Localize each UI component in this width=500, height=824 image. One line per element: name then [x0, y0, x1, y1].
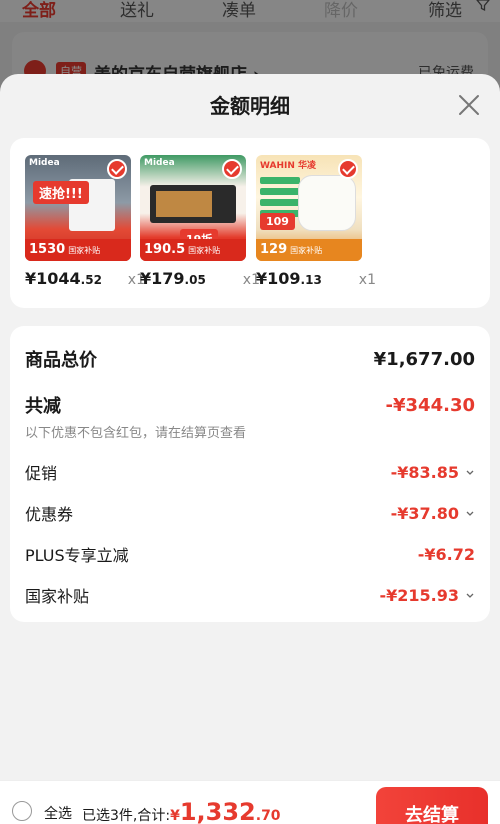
select-all-radio[interactable] [12, 801, 32, 821]
discount-label: 国家补贴 [25, 587, 90, 606]
sheet-header: 金额明细 [0, 74, 500, 134]
checkout-button[interactable]: 去结算 [376, 787, 488, 824]
discount-label: 优惠券 [25, 505, 74, 524]
selected-check-icon [107, 159, 127, 179]
chevron-down-icon[interactable] [465, 590, 475, 600]
product-price: ¥109.13 [256, 269, 322, 288]
discount-row-promotion[interactable]: 促销 -¥83.85 [25, 460, 475, 484]
discount-note: 以下优惠不包含红包，请在结算页查看 [25, 426, 247, 441]
discount-value: -¥6.72 [417, 544, 475, 564]
chevron-down-icon[interactable] [465, 467, 475, 477]
price-strip: 190.5 国家补贴 [140, 239, 246, 261]
brand-label: Midea [144, 158, 175, 168]
checkout-bar: 全选 已选3件,合计: ¥ 1,332 .70 去结算 [0, 780, 500, 824]
select-all-label[interactable]: 全选 [44, 803, 72, 823]
promo-label: 速抢!!! [33, 181, 89, 204]
amount-detail-sheet: 金额明细 Midea 速抢!!! 1530 国家补贴 ¥1044.52 x1 Mi… [0, 74, 500, 824]
brand-label: WAHIN 华凌 [260, 161, 317, 171]
product-image: Midea 19折 190.5国家补贴 [140, 155, 246, 261]
selected-check-icon [222, 159, 242, 179]
product-quantity: x1 [358, 272, 376, 288]
discount-row-plus: PLUS专享立减 -¥6.72 [25, 542, 475, 566]
discount-label: 促销 [25, 464, 58, 483]
discount-value: -¥83.85 [391, 463, 475, 482]
selected-count: 已选3件,合计: [82, 808, 171, 824]
reduction-label: 共减 [25, 396, 61, 417]
total-amount-dec: .70 [255, 808, 281, 824]
price-strip: 129 国家补贴 [256, 239, 362, 261]
product-image: WAHIN 华凌 109 129 国家补贴 [256, 155, 362, 261]
chevron-down-icon[interactable] [465, 508, 475, 518]
reduction-row: 共减 -¥344.30 [25, 392, 475, 418]
product-list: Midea 速抢!!! 1530 国家补贴 ¥1044.52 x1 Midea 1… [10, 138, 490, 308]
product-price: ¥1044.52 [25, 269, 102, 288]
total-value: ¥1,677.00 [373, 348, 475, 370]
close-icon[interactable] [458, 94, 480, 116]
total-row: 商品总价 ¥1,677.00 [25, 346, 475, 372]
price-strip: 1530 国家补贴 [25, 239, 131, 261]
reduction-value: -¥344.30 [385, 394, 475, 416]
discount-label: PLUS专享立减 [25, 546, 129, 565]
price-summary: 商品总价 ¥1,677.00 共减 -¥344.30 以下优惠不包含红包，请在结… [10, 326, 490, 622]
product-image: Midea 速抢!!! 1530 国家补贴 [25, 155, 131, 261]
promo-label: 109 [260, 213, 295, 230]
sheet-title: 金额明细 [210, 93, 290, 118]
currency-symbol: ¥ [170, 808, 180, 824]
discount-value: -¥215.93 [379, 586, 475, 605]
rice-cooker-image [298, 175, 356, 231]
total-label: 商品总价 [25, 350, 97, 371]
selected-total: 已选3件,合计: ¥ 1,332 .70 [82, 798, 281, 824]
discount-value: -¥37.80 [391, 504, 475, 523]
discount-row-subsidy[interactable]: 国家补贴 -¥215.93 [25, 583, 475, 607]
product-item[interactable]: Midea 19折 190.5国家补贴 ¥179.05 x1 [140, 155, 260, 288]
product-item[interactable]: Midea 速抢!!! 1530 国家补贴 ¥1044.52 x1 [25, 155, 145, 288]
product-item[interactable]: WAHIN 华凌 109 129 国家补贴 ¥109.13 x1 [256, 155, 376, 288]
discount-row-coupon[interactable]: 优惠券 -¥37.80 [25, 501, 475, 525]
selected-check-icon [338, 159, 358, 179]
total-amount-int: 1,332 [179, 798, 256, 824]
product-price: ¥179.05 [140, 269, 206, 288]
oven-image [150, 185, 236, 223]
brand-label: Midea [29, 158, 60, 168]
